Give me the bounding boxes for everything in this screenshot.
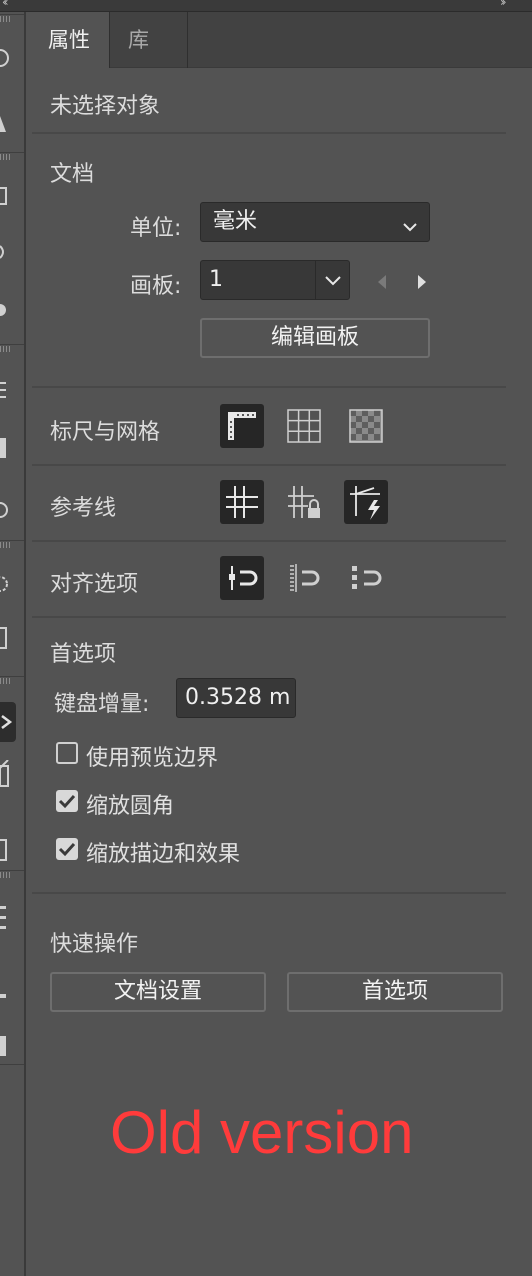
selection-status: 未选择对象 [50, 94, 161, 119]
toolbar-grip[interactable] [0, 152, 24, 160]
artboard-dropdown-button[interactable] [315, 261, 349, 299]
next-artboard-icon[interactable] [412, 270, 432, 294]
artboard-combobox[interactable]: 1 [200, 260, 350, 300]
annotation-text: Old version [110, 1099, 414, 1166]
use-preview-bounds-checkbox[interactable] [56, 742, 78, 764]
divider [32, 464, 506, 466]
blob-tool-icon[interactable] [0, 298, 10, 322]
keyboard-increment-label: 键盘增量: [54, 692, 150, 717]
artboard-tool-icon[interactable] [0, 184, 10, 208]
rulers-grids-label: 标尺与网格 [50, 420, 161, 445]
panel-header-bar: ‹‹ ›› [0, 0, 532, 12]
scale-corners-checkbox[interactable] [56, 790, 78, 812]
scale-strokes-effects-checkbox[interactable] [56, 838, 78, 860]
align-tool-icon[interactable] [0, 378, 10, 402]
snap-to-pixel-icon[interactable] [282, 556, 326, 600]
page-tool-icon[interactable] [0, 838, 10, 862]
artboard-value[interactable]: 1 [209, 267, 223, 292]
settings-tool-icon[interactable] [0, 572, 10, 596]
toolbar-strip [0, 12, 26, 1276]
tab-libraries[interactable]: 库 [110, 12, 188, 68]
list-tool-icon[interactable] [0, 904, 10, 929]
document-setup-button[interactable]: 文档设置 [50, 972, 266, 1012]
snap-options-label: 对齐选项 [50, 572, 139, 597]
scale-corners-label: 缩放圆角 [86, 794, 175, 819]
preferences-heading: 首选项 [50, 642, 117, 667]
ruler-icon[interactable] [220, 404, 264, 448]
divider [32, 616, 506, 618]
snap-to-point-icon[interactable] [220, 556, 264, 600]
units-value: 毫米 [213, 209, 258, 234]
toolbar-bottom-edge [0, 1064, 24, 1065]
chevron-down-icon [401, 212, 419, 250]
toolbar-grip[interactable] [0, 540, 24, 548]
divider [32, 892, 506, 894]
use-preview-bounds-label: 使用预览边界 [86, 746, 219, 771]
toolbar-grip[interactable] [0, 676, 24, 684]
divider [32, 540, 506, 542]
preferences-button[interactable]: 首选项 [287, 972, 503, 1012]
circle-tool-icon[interactable] [0, 498, 10, 522]
shape-tool-icon[interactable] [0, 110, 10, 134]
toolbar-grip[interactable] [0, 14, 24, 22]
toolbar-grip[interactable] [0, 344, 24, 352]
guides-icon[interactable] [220, 480, 264, 524]
scale-strokes-effects-label: 缩放描边和效果 [86, 842, 241, 867]
properties-tool-icon[interactable] [0, 702, 16, 742]
collapse-left-icon[interactable]: ‹‹ [2, 0, 8, 9]
lock-guides-icon[interactable] [282, 480, 326, 524]
divider [32, 132, 506, 134]
brush-tool-icon[interactable] [0, 240, 10, 264]
transparency-grid-icon[interactable] [344, 404, 388, 448]
keyboard-increment-input[interactable]: 0.3528 m [176, 678, 296, 718]
quick-actions-heading: 快速操作 [50, 932, 139, 957]
block-tool-icon[interactable] [0, 1034, 10, 1058]
tab-properties[interactable]: 属性 [30, 12, 110, 68]
toolbar-grip[interactable] [0, 870, 24, 878]
line-tool-icon[interactable] [0, 984, 10, 1008]
grid-icon[interactable] [282, 404, 326, 448]
units-label: 单位: [130, 216, 182, 241]
smart-guides-icon[interactable] [344, 480, 388, 524]
document-heading: 文档 [50, 162, 95, 187]
frame-tool-icon[interactable] [0, 626, 10, 650]
units-dropdown[interactable]: 毫米 [200, 202, 430, 242]
guides-label: 参考线 [50, 496, 117, 521]
export-tool-icon[interactable] [0, 760, 10, 787]
app-window: ‹‹ ›› 属性 库 未选择对象 文档 单位: 毫米 画板: 1 编辑画板 标尺… [0, 0, 532, 1276]
properties-panel: 属性 库 未选择对象 文档 单位: 毫米 画板: 1 编辑画板 标尺与网格 参考… [30, 12, 532, 1276]
previous-artboard-icon[interactable] [372, 270, 392, 294]
collapse-right-icon[interactable]: ›› [500, 0, 506, 9]
snap-to-glyph-icon[interactable] [344, 556, 388, 600]
artboard-label: 画板: [130, 274, 182, 299]
rotate-tool-icon[interactable] [0, 46, 10, 70]
edit-artboards-button[interactable]: 编辑画板 [200, 318, 430, 358]
divider [32, 386, 506, 388]
bar-tool-icon[interactable] [0, 436, 10, 460]
panel-tab-bar: 属性 库 [30, 12, 532, 68]
